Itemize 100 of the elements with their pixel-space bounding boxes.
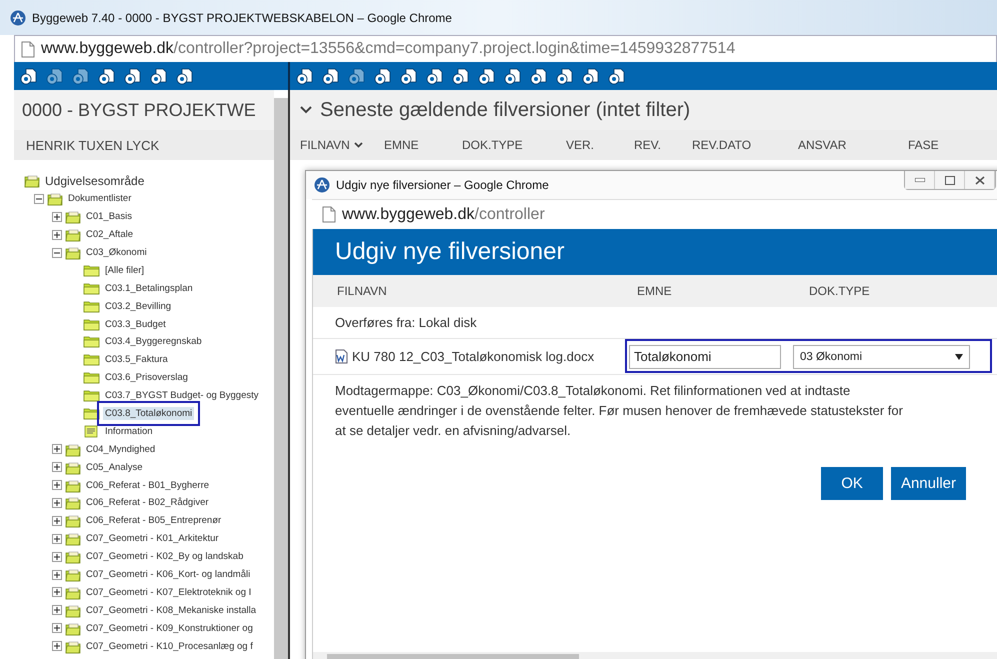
plus-icon bbox=[54, 518, 60, 524]
scrollbar[interactable] bbox=[274, 98, 288, 659]
expand-toggle[interactable] bbox=[52, 480, 62, 490]
plus-icon bbox=[54, 446, 60, 452]
expand-toggle[interactable] bbox=[52, 641, 62, 652]
tree-item[interactable]: C03.2_Bevilling bbox=[103, 300, 174, 313]
document-icon[interactable] bbox=[452, 67, 470, 85]
app-logo-icon bbox=[10, 10, 26, 26]
project-title: 0000 - BYGST PROJEKTWE bbox=[14, 90, 274, 130]
chevron-down-icon[interactable] bbox=[300, 106, 312, 114]
maximize-button[interactable] bbox=[935, 171, 965, 189]
subject-field[interactable]: Totaløkonomi bbox=[629, 344, 781, 368]
close-button[interactable] bbox=[965, 171, 995, 189]
tree-item[interactable]: C03.3_Budget bbox=[103, 318, 168, 331]
address-bar-url[interactable]: www.byggeweb.dk/controller bbox=[342, 206, 545, 224]
folder-icon bbox=[65, 227, 81, 242]
expand-toggle[interactable] bbox=[52, 462, 62, 472]
expand-toggle[interactable] bbox=[52, 212, 62, 222]
collapse-toggle[interactable] bbox=[34, 194, 44, 204]
document-icon[interactable] bbox=[296, 67, 314, 85]
tree-item[interactable]: Dokumentlister bbox=[66, 192, 134, 206]
folder-icon bbox=[65, 478, 81, 493]
expand-toggle[interactable] bbox=[52, 605, 62, 616]
document-type-select[interactable]: 03 Økonomi bbox=[793, 344, 970, 368]
minus-icon bbox=[54, 250, 60, 256]
column-header[interactable]: VER. bbox=[566, 138, 634, 152]
document-icon[interactable] bbox=[124, 67, 142, 85]
folder-icon bbox=[24, 173, 40, 188]
tree-item[interactable]: C02_Aftale bbox=[84, 228, 136, 242]
expand-toggle[interactable] bbox=[52, 534, 62, 544]
column-header[interactable]: REV. bbox=[634, 138, 692, 152]
document-icon[interactable] bbox=[530, 67, 548, 85]
document-icon[interactable] bbox=[504, 67, 522, 85]
plus-icon bbox=[54, 464, 60, 470]
tree-item[interactable]: C03.1_Betalingsplan bbox=[103, 282, 195, 295]
word-document-icon bbox=[335, 349, 348, 364]
maximize-icon bbox=[944, 176, 954, 184]
column-header[interactable]: FILNAVN bbox=[300, 138, 384, 152]
minimize-button[interactable] bbox=[905, 171, 935, 189]
tree-item[interactable]: C07_Geometri - K06_Kort- og landmåli bbox=[84, 568, 252, 582]
plus-icon bbox=[54, 572, 60, 578]
tree-item[interactable]: C03_Økonomi bbox=[84, 246, 149, 259]
column-header[interactable]: FASE bbox=[908, 138, 968, 152]
folder-icon bbox=[65, 245, 81, 260]
collapse-toggle[interactable] bbox=[52, 248, 62, 258]
document-icon[interactable] bbox=[426, 67, 444, 85]
expand-toggle[interactable] bbox=[52, 230, 62, 240]
expand-toggle[interactable] bbox=[52, 516, 62, 526]
document-icon[interactable] bbox=[582, 67, 600, 85]
expand-toggle[interactable] bbox=[52, 623, 62, 634]
cancel-button[interactable]: Annuller bbox=[890, 467, 966, 500]
tree-item[interactable]: C03.6_Prisoverslag bbox=[103, 371, 190, 384]
tree-item[interactable]: [Alle filer] bbox=[103, 264, 146, 277]
ok-button[interactable]: OK bbox=[821, 467, 883, 500]
document-icon[interactable] bbox=[608, 67, 626, 85]
tree-item[interactable]: C04_Myndighed bbox=[84, 442, 158, 456]
document-icon[interactable] bbox=[176, 67, 194, 85]
tree-item[interactable]: C03.4_Byggeregnskab bbox=[103, 335, 204, 348]
tree-item[interactable]: C07_Geometri - K09_Konstruktioner og bbox=[84, 622, 255, 635]
tree-item[interactable]: C07_Geometri - K07_Elektroteknik og I bbox=[84, 586, 254, 599]
tree-item[interactable]: C06_Referat - B02_Rådgiver bbox=[84, 496, 211, 510]
tree-item[interactable]: C03.7_BYGST Budget- og Byggesty bbox=[103, 389, 260, 402]
plus-icon bbox=[54, 536, 60, 542]
expand-toggle[interactable] bbox=[52, 498, 62, 508]
document-icon[interactable] bbox=[98, 67, 116, 85]
expand-toggle[interactable] bbox=[52, 587, 62, 598]
column-header[interactable]: REV.DATO bbox=[692, 138, 798, 152]
tree-item[interactable]: C07_Geometri - K02_By og landskab bbox=[84, 550, 246, 564]
tree-item[interactable]: C05_Analyse bbox=[84, 460, 145, 474]
folder-icon bbox=[83, 264, 100, 277]
folder-icon bbox=[65, 549, 81, 564]
document-icon[interactable] bbox=[322, 67, 340, 85]
document-icon[interactable] bbox=[400, 67, 418, 85]
folder-icon bbox=[65, 602, 81, 618]
expand-toggle[interactable] bbox=[52, 570, 62, 580]
document-icon[interactable] bbox=[478, 67, 496, 85]
tree-item[interactable]: C07_Geometri - K01_Arkitektur bbox=[84, 532, 221, 546]
tree-item[interactable]: C06_Referat - B01_Bygherre bbox=[84, 478, 212, 492]
document-icon[interactable] bbox=[374, 67, 392, 85]
file-name: KU 780 12_C03_Totaløkonomisk log.docx bbox=[352, 349, 594, 364]
user-name: HENRIK TUXEN LYCK bbox=[14, 130, 274, 160]
expand-toggle[interactable] bbox=[52, 552, 62, 562]
document-icon[interactable] bbox=[150, 67, 168, 85]
tree-item[interactable]: C03.8_Totaløkonomi bbox=[103, 407, 194, 420]
page-icon bbox=[322, 206, 336, 223]
dialog-title: Udgiv nye filversioner – Google Chrome bbox=[336, 178, 549, 192]
tree-item[interactable]: C03.5_Faktura bbox=[103, 353, 170, 366]
tree-item[interactable]: Udgivelsesområde bbox=[43, 172, 146, 189]
tree-item[interactable]: C07_Geometri - K10_Procesanlæg og f bbox=[84, 640, 255, 653]
tree-item[interactable]: C07_Geometri - K08_Mekaniske installa bbox=[84, 604, 258, 617]
column-header[interactable]: EMNE bbox=[384, 138, 462, 152]
document-icon[interactable] bbox=[20, 67, 38, 85]
column-header[interactable]: DOK.TYPE bbox=[462, 138, 566, 152]
tree-item[interactable]: C06_Referat - B05_Entreprenør bbox=[84, 514, 224, 528]
column-header[interactable]: ANSVAR bbox=[798, 138, 908, 152]
document-icon[interactable] bbox=[556, 67, 574, 85]
expand-toggle[interactable] bbox=[52, 444, 62, 454]
tree-item[interactable]: C01_Basis bbox=[84, 210, 134, 224]
tree-item[interactable]: Information bbox=[103, 424, 155, 438]
folder-icon bbox=[83, 371, 100, 384]
